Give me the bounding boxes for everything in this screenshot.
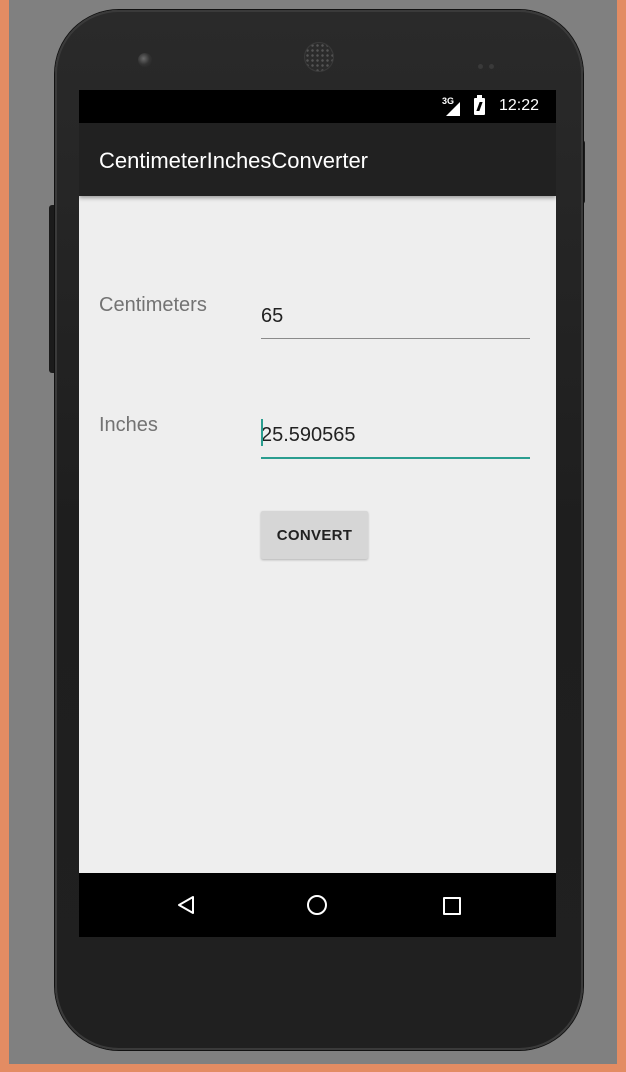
home-icon[interactable]: [307, 895, 327, 915]
earpiece-speaker: [305, 43, 333, 71]
proximity-sensor: [478, 56, 502, 69]
text-cursor: [261, 419, 263, 446]
signal-icon: 3G: [442, 96, 460, 116]
battery-charging-icon: [474, 95, 485, 115]
centimeters-input[interactable]: [261, 298, 530, 339]
centimeters-label: Centimeters: [99, 294, 207, 316]
front-camera: [138, 53, 152, 67]
status-bar: 3G 12:22: [79, 90, 556, 123]
recents-icon[interactable]: [443, 897, 461, 915]
navigation-bar: [79, 873, 556, 937]
status-time: 12:22: [499, 97, 540, 114]
inches-label: Inches: [99, 414, 158, 436]
inches-input[interactable]: [261, 417, 530, 459]
back-icon[interactable]: [176, 895, 196, 915]
app-title: CentimeterInchesConverter: [99, 148, 369, 173]
convert-button[interactable]: CONVERT: [261, 511, 368, 559]
app-bar: CentimeterInchesConverter: [79, 123, 556, 196]
device-screen: 3G 12:22 CentimeterInchesConverter Centi…: [79, 90, 556, 937]
